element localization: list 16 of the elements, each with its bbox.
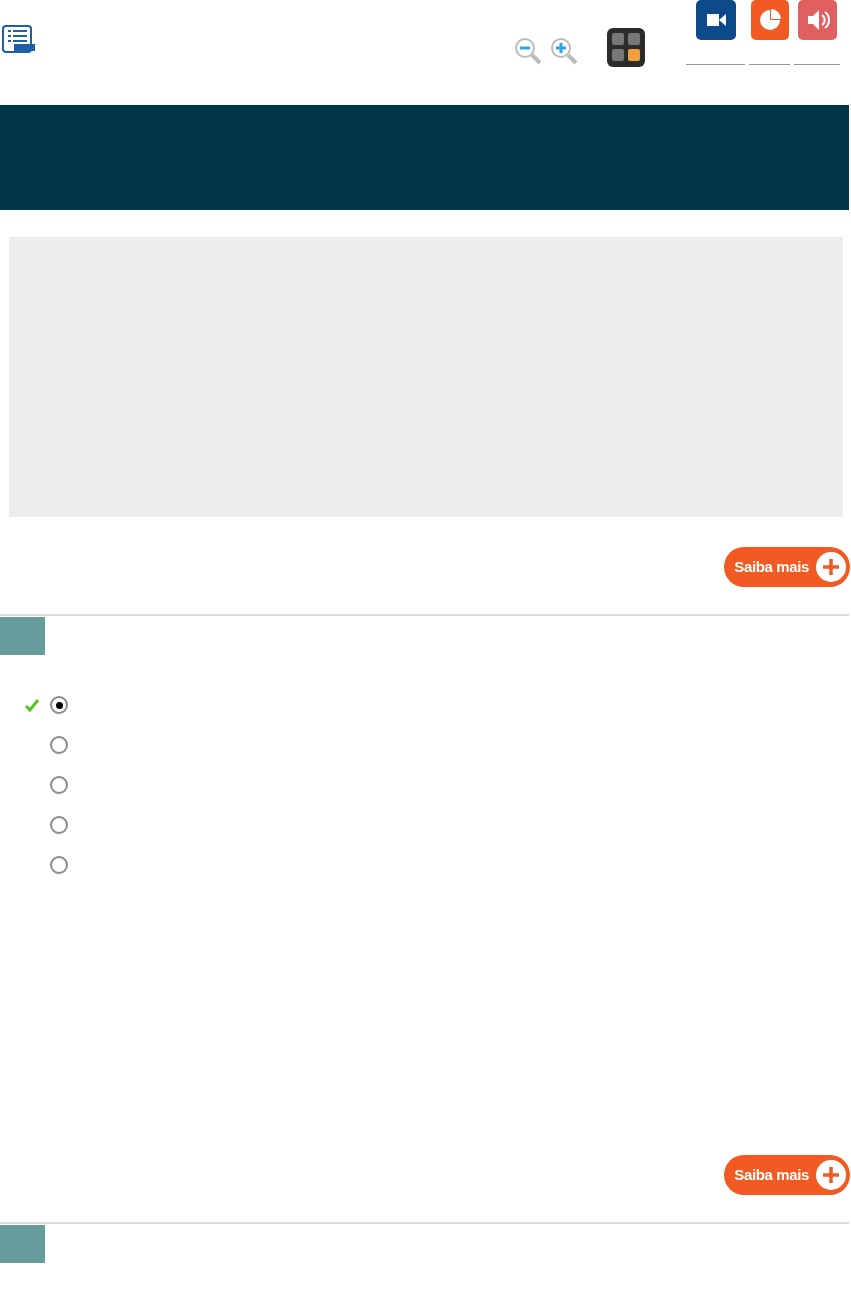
more-button[interactable]: Saiba mais — [724, 547, 850, 587]
plus-icon — [815, 1159, 847, 1191]
calculator-icon[interactable] — [607, 28, 645, 67]
speaker-icon[interactable] — [797, 0, 837, 40]
radio-button[interactable] — [50, 776, 68, 794]
video-camera-icon[interactable] — [695, 0, 736, 40]
plus-icon — [815, 551, 847, 583]
pie-chart-icon[interactable] — [750, 0, 789, 40]
zoom-out-icon[interactable] — [512, 35, 544, 67]
more-button[interactable]: Saiba mais — [724, 1155, 850, 1195]
list-icon[interactable] — [2, 25, 35, 53]
radio-button[interactable] — [50, 696, 68, 714]
radio-button[interactable] — [50, 736, 68, 754]
zoom-in-icon[interactable] — [548, 35, 580, 67]
radio-button[interactable] — [50, 856, 68, 874]
radio-button[interactable] — [50, 816, 68, 834]
